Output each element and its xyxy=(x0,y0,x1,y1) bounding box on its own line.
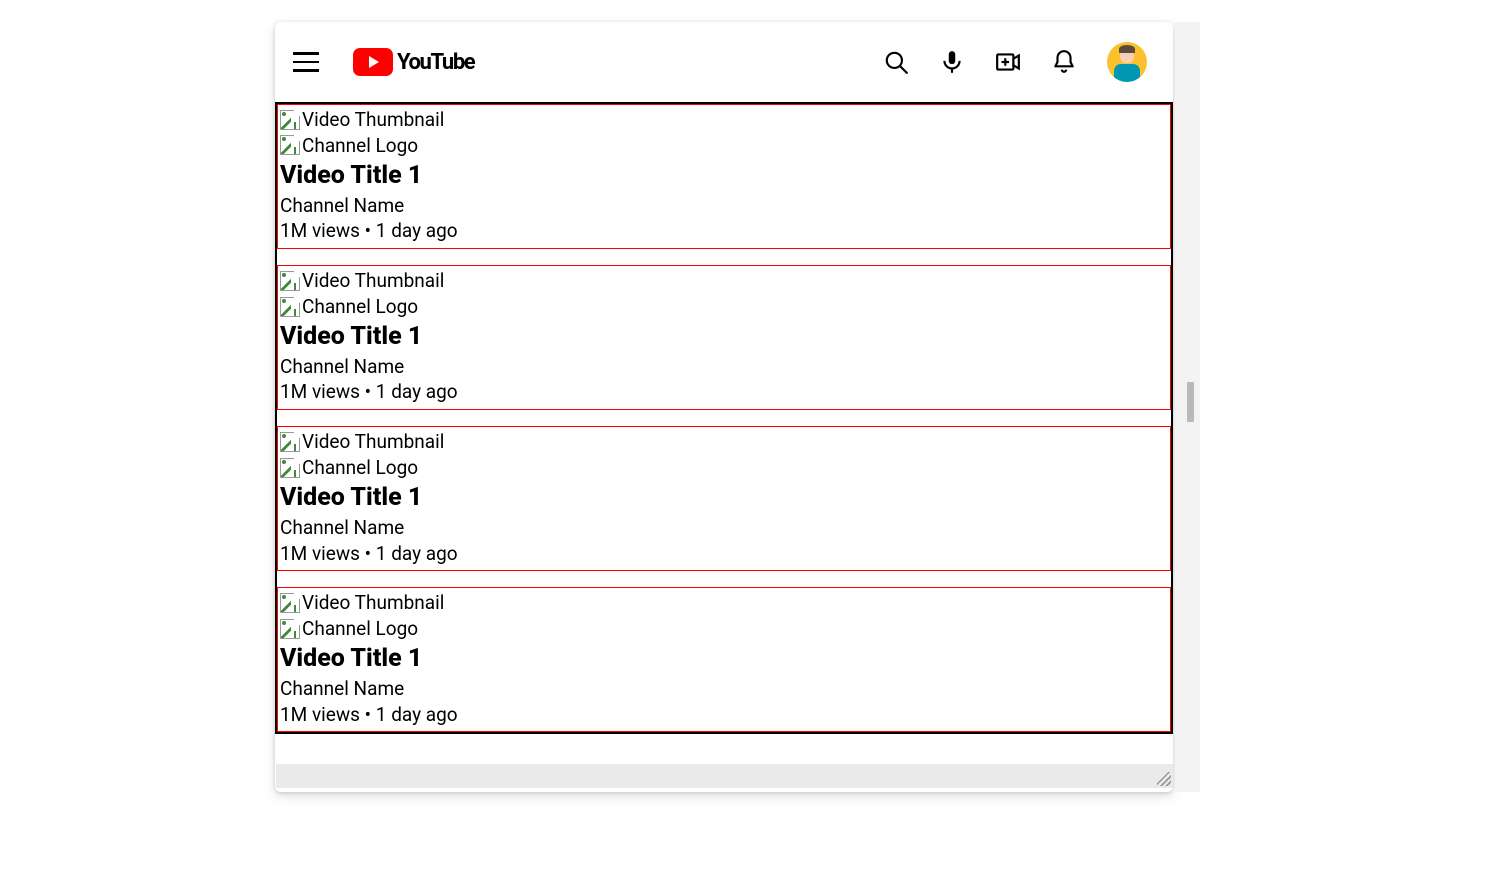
video-item[interactable]: Video Thumbnail Channel Logo Video Title… xyxy=(277,265,1171,410)
video-item[interactable]: Video Thumbnail Channel Logo Video Title… xyxy=(277,426,1171,571)
video-title: Video Title 1 xyxy=(280,321,1168,354)
channel-logo-broken: Channel Logo xyxy=(280,294,1168,320)
channel-logo-broken: Channel Logo xyxy=(280,616,1168,642)
video-meta: 1M views • 1 day ago xyxy=(280,379,1168,405)
thumbnail-alt-text: Video Thumbnail xyxy=(302,107,444,133)
broken-image-icon xyxy=(280,297,300,317)
thumbnail-broken: Video Thumbnail xyxy=(280,590,1168,616)
scrollbar-track[interactable] xyxy=(1175,22,1200,792)
thumbnail-alt-text: Video Thumbnail xyxy=(302,429,444,455)
video-title: Video Title 1 xyxy=(280,160,1168,193)
notifications-icon[interactable] xyxy=(1051,49,1077,75)
video-meta: 1M views • 1 day ago xyxy=(280,218,1168,244)
thumbnail-broken: Video Thumbnail xyxy=(280,268,1168,294)
hamburger-menu-icon[interactable] xyxy=(293,47,323,77)
app-frame: YouTube xyxy=(275,22,1173,792)
video-item[interactable]: Video Thumbnail Channel Logo Video Title… xyxy=(277,587,1171,732)
logo-mark-icon xyxy=(353,48,393,76)
header-left: YouTube xyxy=(293,47,474,77)
bottom-status-strip xyxy=(276,764,1173,788)
channel-logo-alt-text: Channel Logo xyxy=(302,616,418,642)
content-scroll-area[interactable]: Video Thumbnail Channel Logo Video Title… xyxy=(275,102,1173,772)
thumbnail-alt-text: Video Thumbnail xyxy=(302,268,444,294)
broken-image-icon xyxy=(280,271,300,291)
header-right xyxy=(883,42,1147,82)
broken-image-icon xyxy=(280,135,300,155)
avatar[interactable] xyxy=(1107,42,1147,82)
thumbnail-broken: Video Thumbnail xyxy=(280,107,1168,133)
video-title: Video Title 1 xyxy=(280,482,1168,515)
broken-image-icon xyxy=(280,619,300,639)
video-channel: Channel Name xyxy=(280,354,1168,380)
video-item[interactable]: Video Thumbnail Channel Logo Video Title… xyxy=(277,104,1171,249)
broken-image-icon xyxy=(280,432,300,452)
broken-image-icon xyxy=(280,593,300,613)
logo-text: YouTube xyxy=(397,50,474,75)
create-video-icon[interactable] xyxy=(995,49,1021,75)
thumbnail-alt-text: Video Thumbnail xyxy=(302,590,444,616)
channel-logo-broken: Channel Logo xyxy=(280,133,1168,159)
scrollbar-thumb[interactable] xyxy=(1187,382,1194,422)
video-channel: Channel Name xyxy=(280,193,1168,219)
microphone-icon[interactable] xyxy=(939,49,965,75)
video-channel: Channel Name xyxy=(280,515,1168,541)
channel-logo-alt-text: Channel Logo xyxy=(302,294,418,320)
video-channel: Channel Name xyxy=(280,676,1168,702)
channel-logo-alt-text: Channel Logo xyxy=(302,133,418,159)
video-meta: 1M views • 1 day ago xyxy=(280,702,1168,728)
video-list: Video Thumbnail Channel Logo Video Title… xyxy=(275,102,1173,734)
header-bar: YouTube xyxy=(275,22,1173,102)
thumbnail-broken: Video Thumbnail xyxy=(280,429,1168,455)
broken-image-icon xyxy=(280,458,300,478)
channel-logo-alt-text: Channel Logo xyxy=(302,455,418,481)
search-icon[interactable] xyxy=(883,49,909,75)
video-title: Video Title 1 xyxy=(280,643,1168,676)
logo[interactable]: YouTube xyxy=(353,48,474,76)
broken-image-icon xyxy=(280,110,300,130)
resize-grip-icon[interactable] xyxy=(1157,772,1171,786)
video-meta: 1M views • 1 day ago xyxy=(280,541,1168,567)
channel-logo-broken: Channel Logo xyxy=(280,455,1168,481)
